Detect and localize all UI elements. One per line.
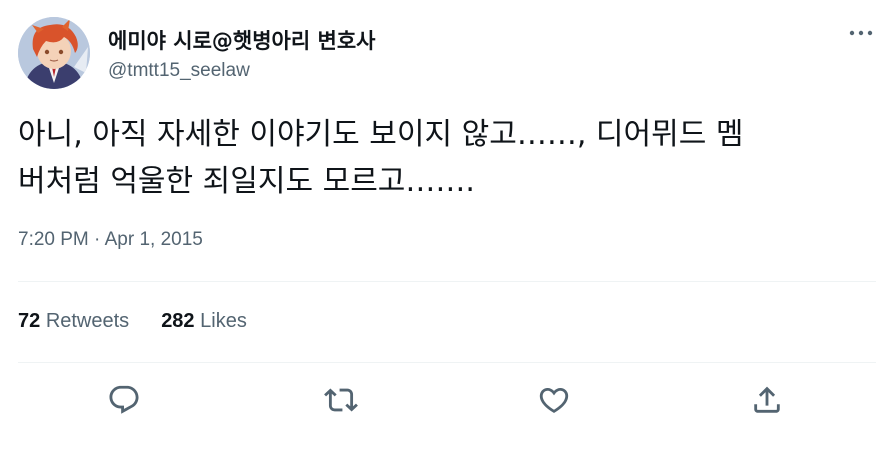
share-icon[interactable] [750, 383, 784, 417]
likes-label: Likes [200, 310, 247, 332]
tweet-card: 에미야 시로@햇병아리 변호사 @tmtt15_seelaw 아니, 아직 자세… [0, 0, 894, 454]
divider [18, 362, 876, 363]
heart-icon[interactable] [537, 383, 571, 417]
avatar-image [18, 17, 90, 89]
retweets-label: Retweets [45, 310, 130, 332]
divider [18, 281, 876, 282]
likes-stat[interactable]: 282 Likes [161, 310, 247, 333]
reply-icon[interactable] [107, 383, 141, 417]
retweets-count: 72 [18, 310, 41, 332]
display-name[interactable]: 에미야 시로@햇병아리 변호사 [108, 25, 375, 55]
user-handle[interactable]: @tmtt15_seelaw [108, 60, 250, 82]
avatar[interactable] [18, 17, 90, 89]
engagement-stats: 72 Retweets 282 Likes [18, 310, 279, 333]
retweets-stat[interactable]: 72 Retweets [18, 310, 129, 333]
retweet-icon[interactable] [324, 383, 358, 417]
more-icon[interactable] [846, 22, 876, 44]
tweet-timestamp[interactable]: 7:20 PM · Apr 1, 2015 [18, 229, 203, 251]
tweet-text: 아니, 아직 자세한 이야기도 보이지 않고……, 디어뮈드 멤 버처럼 억울한… [18, 117, 744, 199]
likes-count: 282 [161, 310, 195, 332]
